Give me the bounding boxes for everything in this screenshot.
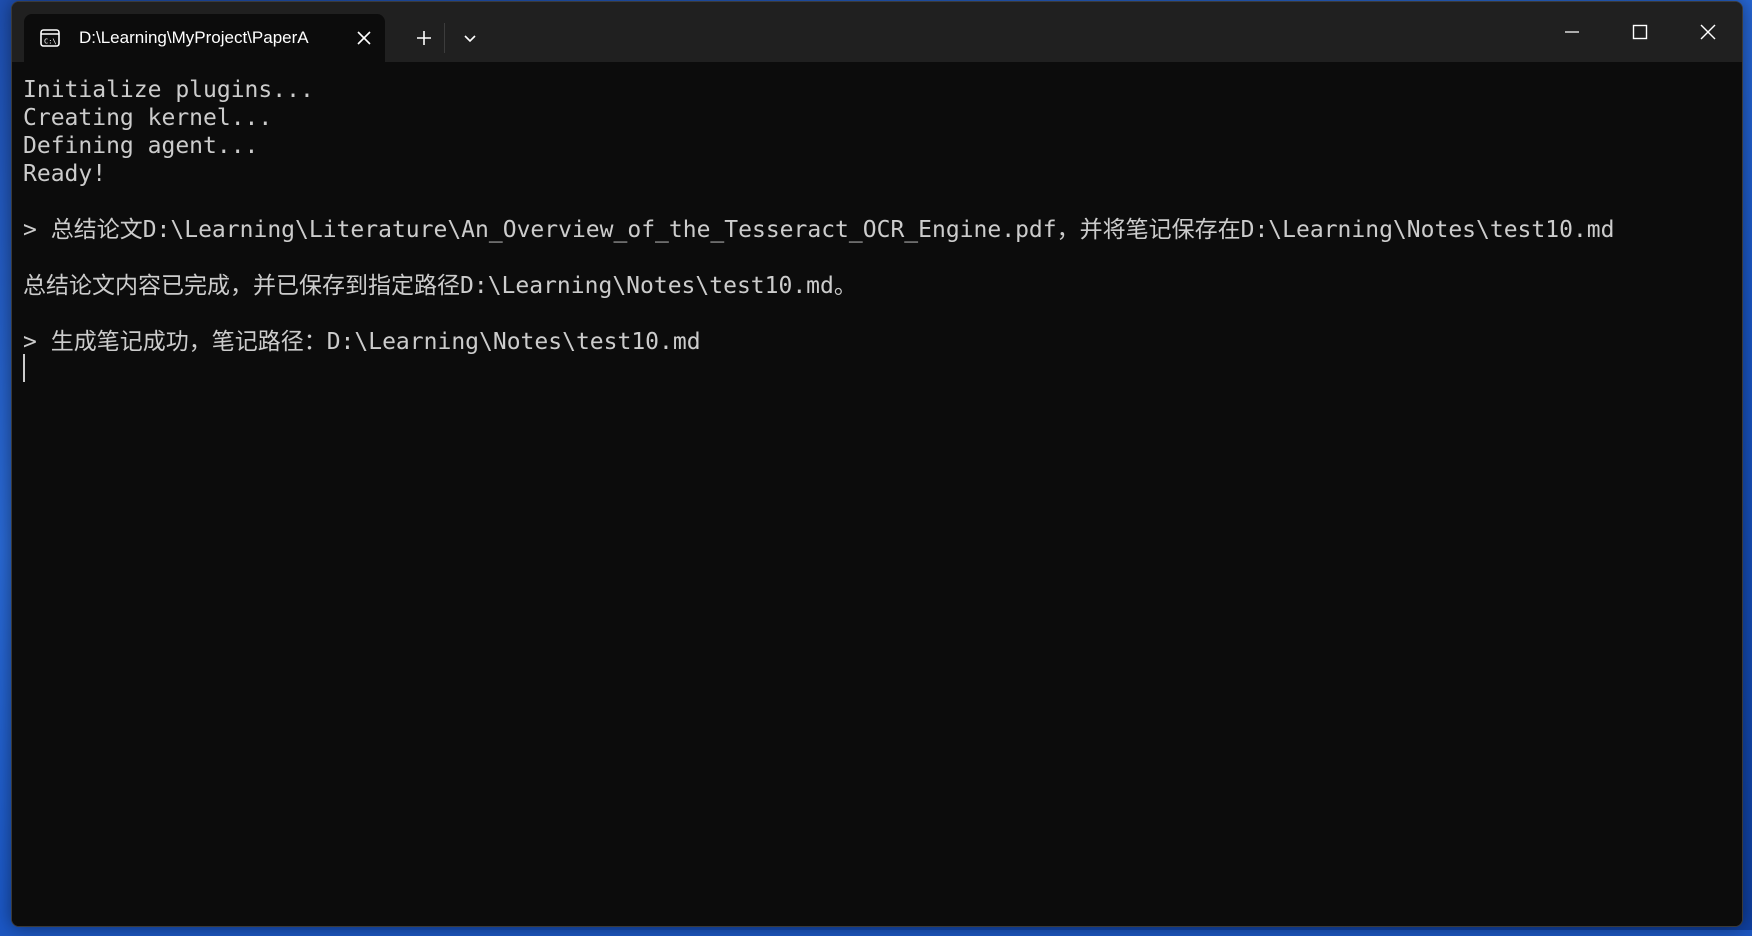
close-icon [1700,24,1716,40]
svg-text:C:\: C:\ [44,38,57,46]
tab-title: D:\Learning\MyProject\PaperA [79,28,309,47]
output-line: > 生成笔记成功，笔记路径：D:\Learning\Notes\test10.m… [23,329,701,355]
minimize-icon [1565,31,1579,33]
output-line: Initialize plugins... [23,77,314,103]
terminal-cmd-icon: C:\ [40,28,60,48]
tab-divider [444,23,445,53]
terminal-output[interactable]: Initialize plugins... Creating kernel...… [12,62,1742,926]
maximize-icon [1632,24,1648,40]
desktop-background [0,930,1752,936]
minimize-button[interactable] [1538,2,1606,62]
close-window-button[interactable] [1674,2,1742,62]
terminal-window: C:\ D:\Learning\MyProject\PaperA Initial… [11,1,1743,927]
chevron-down-icon[interactable] [452,22,488,54]
output-line: Creating kernel... [23,105,273,131]
new-tab-button[interactable] [406,22,442,54]
output-line: Defining agent... [23,133,259,159]
title-bar[interactable]: C:\ D:\Learning\MyProject\PaperA [12,2,1742,62]
agent-response-line: 总结论文内容已完成，并已保存到指定路径D:\Learning\Notes\tes… [23,273,857,299]
tab-active[interactable]: C:\ D:\Learning\MyProject\PaperA [24,14,385,62]
maximize-button[interactable] [1606,2,1674,62]
text-cursor [23,354,25,382]
output-line: Ready! [23,161,107,187]
close-icon[interactable] [354,28,374,48]
user-command-line: > 总结论文D:\Learning\Literature\An_Overview… [23,217,1615,243]
